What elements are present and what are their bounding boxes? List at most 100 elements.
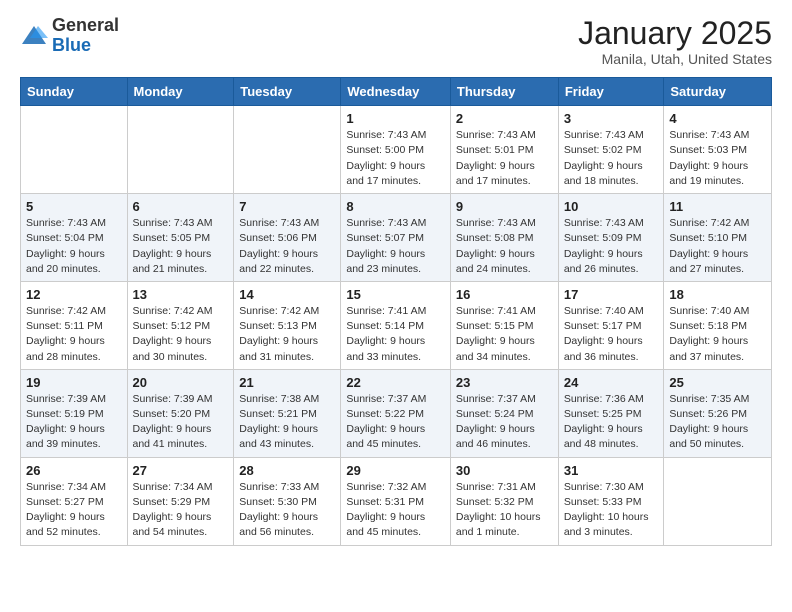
day-cell: 2 Sunrise: 7:43 AM Sunset: 5:01 PM Daylig… bbox=[450, 106, 558, 194]
day-cell: 29 Sunrise: 7:32 AM Sunset: 5:31 PM Dayli… bbox=[341, 457, 451, 545]
logo-text: General Blue bbox=[52, 16, 119, 56]
days-header-row: SundayMondayTuesdayWednesdayThursdayFrid… bbox=[21, 78, 772, 106]
day-info: Sunrise: 7:43 AM Sunset: 5:08 PM Dayligh… bbox=[456, 216, 553, 277]
day-number: 27 bbox=[133, 463, 229, 478]
day-number: 9 bbox=[456, 199, 553, 214]
day-number: 7 bbox=[239, 199, 335, 214]
week-row-3: 12 Sunrise: 7:42 AM Sunset: 5:11 PM Dayli… bbox=[21, 281, 772, 369]
day-cell: 7 Sunrise: 7:43 AM Sunset: 5:06 PM Daylig… bbox=[234, 194, 341, 282]
day-number: 26 bbox=[26, 463, 122, 478]
day-number: 17 bbox=[564, 287, 659, 302]
day-cell: 8 Sunrise: 7:43 AM Sunset: 5:07 PM Daylig… bbox=[341, 194, 451, 282]
day-header-saturday: Saturday bbox=[664, 78, 772, 106]
calendar-title: January 2025 bbox=[578, 16, 772, 51]
week-row-2: 5Sunrise: 7:43 AM Sunset: 5:04 PM Daylig… bbox=[21, 194, 772, 282]
day-number: 30 bbox=[456, 463, 553, 478]
day-info: Sunrise: 7:42 AM Sunset: 5:10 PM Dayligh… bbox=[669, 216, 766, 277]
calendar-table: SundayMondayTuesdayWednesdayThursdayFrid… bbox=[20, 77, 772, 545]
day-cell: 30 Sunrise: 7:31 AM Sunset: 5:32 PM Dayli… bbox=[450, 457, 558, 545]
week-row-5: 26 Sunrise: 7:34 AM Sunset: 5:27 PM Dayli… bbox=[21, 457, 772, 545]
day-info: Sunrise: 7:35 AM Sunset: 5:26 PM Dayligh… bbox=[669, 392, 766, 453]
day-number: 13 bbox=[133, 287, 229, 302]
day-cell: 18 Sunrise: 7:40 AM Sunset: 5:18 PM Dayli… bbox=[664, 281, 772, 369]
day-info: Sunrise: 7:37 AM Sunset: 5:22 PM Dayligh… bbox=[346, 392, 445, 453]
day-info: Sunrise: 7:43 AM Sunset: 5:03 PM Dayligh… bbox=[669, 128, 766, 189]
day-cell: 12 Sunrise: 7:42 AM Sunset: 5:11 PM Dayli… bbox=[21, 281, 128, 369]
day-info: Sunrise: 7:43 AM Sunset: 5:00 PM Dayligh… bbox=[346, 128, 445, 189]
day-number: 20 bbox=[133, 375, 229, 390]
day-info: Sunrise: 7:43 AM Sunset: 5:01 PM Dayligh… bbox=[456, 128, 553, 189]
day-header-sunday: Sunday bbox=[21, 78, 128, 106]
day-number: 19 bbox=[26, 375, 122, 390]
day-info: Sunrise: 7:30 AM Sunset: 5:33 PM Dayligh… bbox=[564, 480, 659, 541]
day-cell: 28Sunrise: 7:33 AM Sunset: 5:30 PM Dayli… bbox=[234, 457, 341, 545]
day-cell: 5Sunrise: 7:43 AM Sunset: 5:04 PM Daylig… bbox=[21, 194, 128, 282]
day-cell bbox=[664, 457, 772, 545]
week-row-4: 19 Sunrise: 7:39 AM Sunset: 5:19 PM Dayli… bbox=[21, 369, 772, 457]
day-info: Sunrise: 7:43 AM Sunset: 5:07 PM Dayligh… bbox=[346, 216, 445, 277]
day-info: Sunrise: 7:32 AM Sunset: 5:31 PM Dayligh… bbox=[346, 480, 445, 541]
day-info: Sunrise: 7:43 AM Sunset: 5:04 PM Dayligh… bbox=[26, 216, 122, 277]
day-cell: 21Sunrise: 7:38 AM Sunset: 5:21 PM Dayli… bbox=[234, 369, 341, 457]
header: General Blue January 2025 Manila, Utah, … bbox=[20, 16, 772, 67]
day-cell: 10 Sunrise: 7:43 AM Sunset: 5:09 PM Dayli… bbox=[558, 194, 664, 282]
day-cell: 17Sunrise: 7:40 AM Sunset: 5:17 PM Dayli… bbox=[558, 281, 664, 369]
day-info: Sunrise: 7:40 AM Sunset: 5:18 PM Dayligh… bbox=[669, 304, 766, 365]
day-number: 12 bbox=[26, 287, 122, 302]
day-info: Sunrise: 7:43 AM Sunset: 5:09 PM Dayligh… bbox=[564, 216, 659, 277]
day-info: Sunrise: 7:39 AM Sunset: 5:20 PM Dayligh… bbox=[133, 392, 229, 453]
day-number: 4 bbox=[669, 111, 766, 126]
day-info: Sunrise: 7:42 AM Sunset: 5:11 PM Dayligh… bbox=[26, 304, 122, 365]
day-cell: 14Sunrise: 7:42 AM Sunset: 5:13 PM Dayli… bbox=[234, 281, 341, 369]
day-cell: 11 Sunrise: 7:42 AM Sunset: 5:10 PM Dayli… bbox=[664, 194, 772, 282]
day-cell: 24Sunrise: 7:36 AM Sunset: 5:25 PM Dayli… bbox=[558, 369, 664, 457]
day-info: Sunrise: 7:34 AM Sunset: 5:27 PM Dayligh… bbox=[26, 480, 122, 541]
day-cell: 23 Sunrise: 7:37 AM Sunset: 5:24 PM Dayli… bbox=[450, 369, 558, 457]
day-header-tuesday: Tuesday bbox=[234, 78, 341, 106]
day-number: 23 bbox=[456, 375, 553, 390]
day-cell: 16Sunrise: 7:41 AM Sunset: 5:15 PM Dayli… bbox=[450, 281, 558, 369]
day-number: 2 bbox=[456, 111, 553, 126]
day-header-thursday: Thursday bbox=[450, 78, 558, 106]
day-info: Sunrise: 7:43 AM Sunset: 5:02 PM Dayligh… bbox=[564, 128, 659, 189]
day-cell: 1Sunrise: 7:43 AM Sunset: 5:00 PM Daylig… bbox=[341, 106, 451, 194]
day-cell: 27Sunrise: 7:34 AM Sunset: 5:29 PM Dayli… bbox=[127, 457, 234, 545]
day-cell: 31 Sunrise: 7:30 AM Sunset: 5:33 PM Dayli… bbox=[558, 457, 664, 545]
day-number: 11 bbox=[669, 199, 766, 214]
day-header-friday: Friday bbox=[558, 78, 664, 106]
day-number: 8 bbox=[346, 199, 445, 214]
day-number: 29 bbox=[346, 463, 445, 478]
day-cell: 26 Sunrise: 7:34 AM Sunset: 5:27 PM Dayli… bbox=[21, 457, 128, 545]
day-cell: 4 Sunrise: 7:43 AM Sunset: 5:03 PM Daylig… bbox=[664, 106, 772, 194]
day-cell: 13Sunrise: 7:42 AM Sunset: 5:12 PM Dayli… bbox=[127, 281, 234, 369]
day-header-wednesday: Wednesday bbox=[341, 78, 451, 106]
day-info: Sunrise: 7:42 AM Sunset: 5:13 PM Dayligh… bbox=[239, 304, 335, 365]
day-cell: 20 Sunrise: 7:39 AM Sunset: 5:20 PM Dayli… bbox=[127, 369, 234, 457]
day-cell: 9 Sunrise: 7:43 AM Sunset: 5:08 PM Daylig… bbox=[450, 194, 558, 282]
day-number: 21 bbox=[239, 375, 335, 390]
day-number: 18 bbox=[669, 287, 766, 302]
day-number: 15 bbox=[346, 287, 445, 302]
day-number: 6 bbox=[133, 199, 229, 214]
page: General Blue January 2025 Manila, Utah, … bbox=[0, 0, 792, 612]
day-cell: 15 Sunrise: 7:41 AM Sunset: 5:14 PM Dayli… bbox=[341, 281, 451, 369]
day-info: Sunrise: 7:37 AM Sunset: 5:24 PM Dayligh… bbox=[456, 392, 553, 453]
day-info: Sunrise: 7:43 AM Sunset: 5:06 PM Dayligh… bbox=[239, 216, 335, 277]
day-info: Sunrise: 7:41 AM Sunset: 5:14 PM Dayligh… bbox=[346, 304, 445, 365]
logo: General Blue bbox=[20, 16, 119, 56]
day-header-monday: Monday bbox=[127, 78, 234, 106]
day-number: 22 bbox=[346, 375, 445, 390]
logo-general-text: General bbox=[52, 15, 119, 35]
day-info: Sunrise: 7:31 AM Sunset: 5:32 PM Dayligh… bbox=[456, 480, 553, 541]
title-block: January 2025 Manila, Utah, United States bbox=[578, 16, 772, 67]
day-cell: 3Sunrise: 7:43 AM Sunset: 5:02 PM Daylig… bbox=[558, 106, 664, 194]
day-cell bbox=[127, 106, 234, 194]
logo-blue-text: Blue bbox=[52, 35, 91, 55]
day-cell: 22 Sunrise: 7:37 AM Sunset: 5:22 PM Dayli… bbox=[341, 369, 451, 457]
day-number: 10 bbox=[564, 199, 659, 214]
day-cell: 25Sunrise: 7:35 AM Sunset: 5:26 PM Dayli… bbox=[664, 369, 772, 457]
week-row-1: 1Sunrise: 7:43 AM Sunset: 5:00 PM Daylig… bbox=[21, 106, 772, 194]
day-number: 31 bbox=[564, 463, 659, 478]
day-info: Sunrise: 7:39 AM Sunset: 5:19 PM Dayligh… bbox=[26, 392, 122, 453]
day-cell bbox=[21, 106, 128, 194]
